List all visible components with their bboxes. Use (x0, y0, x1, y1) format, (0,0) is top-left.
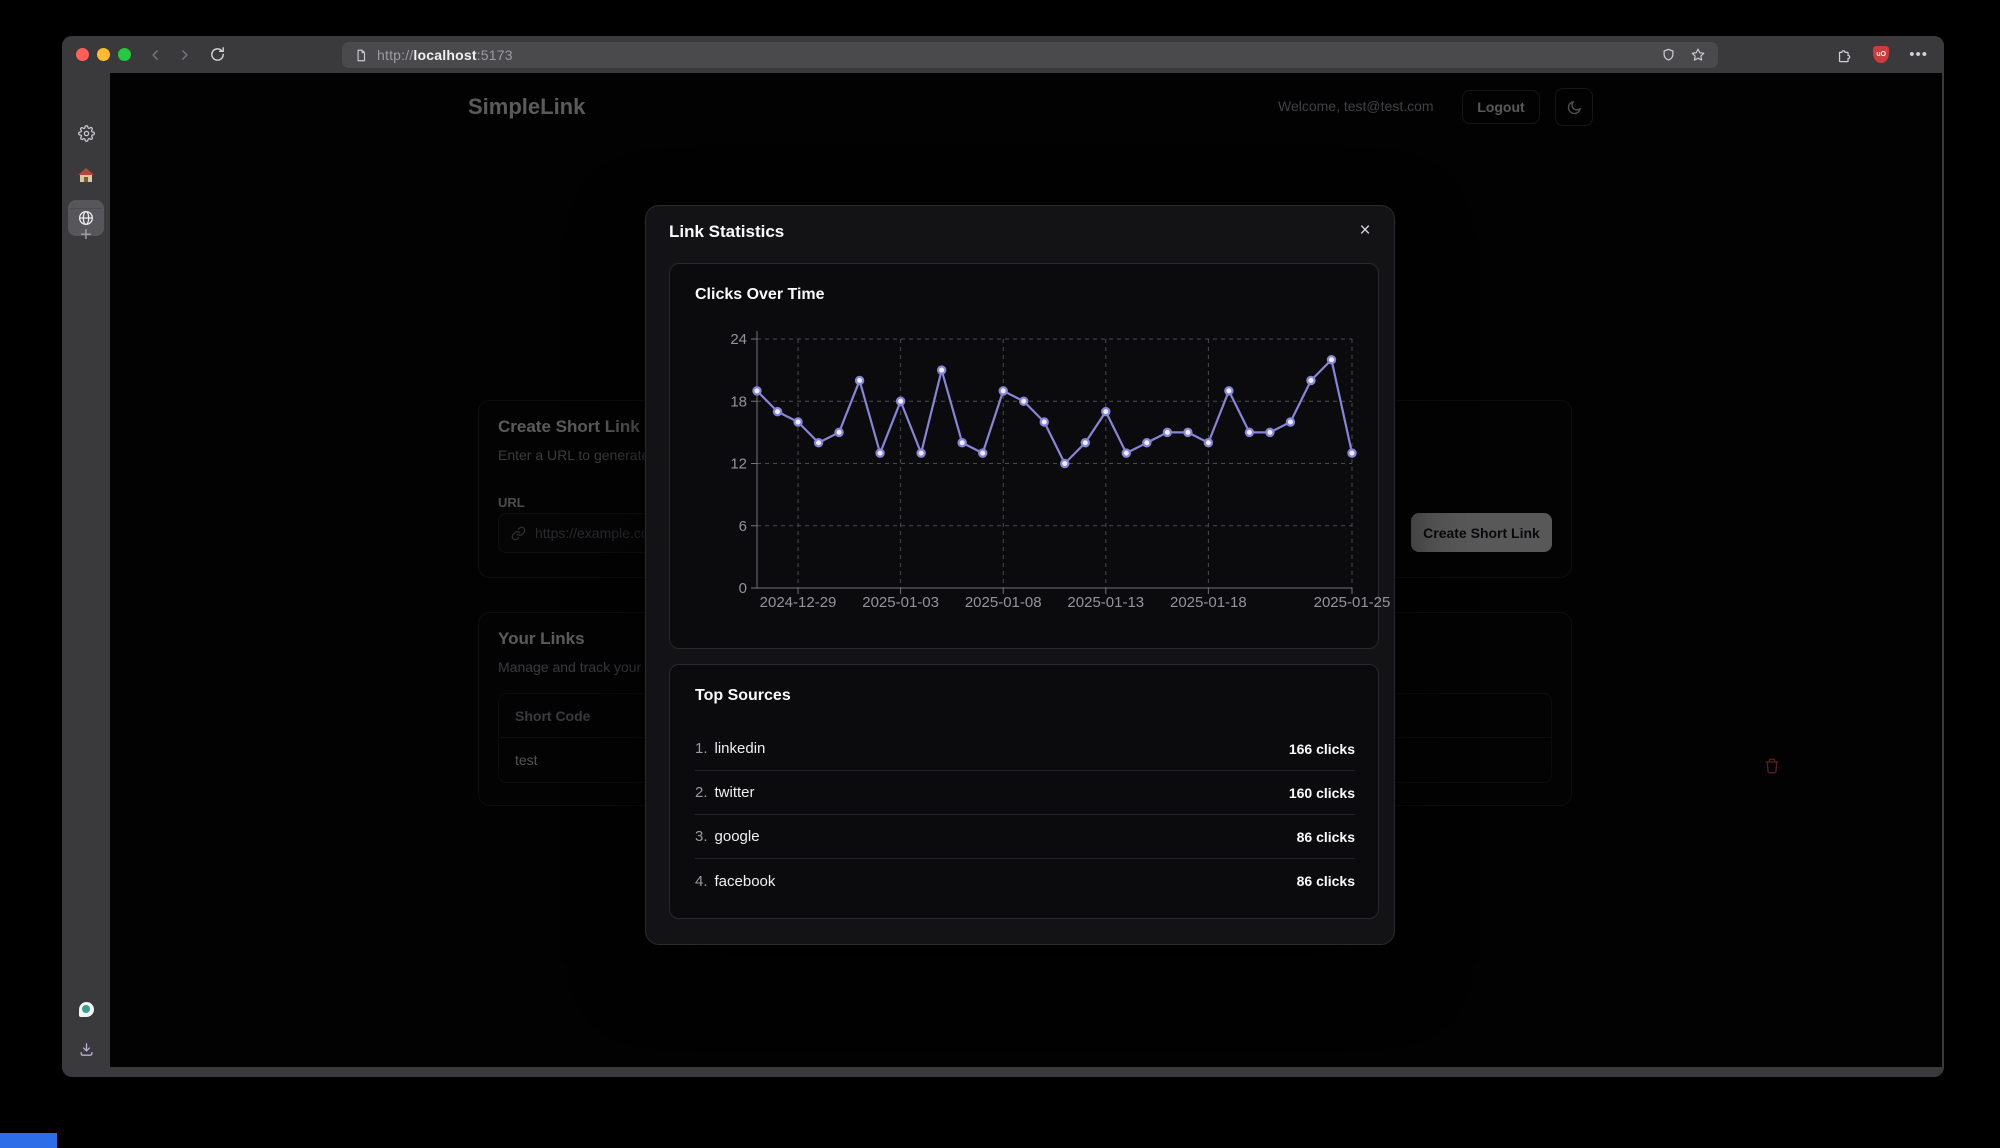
browser-titlebar: http://localhost:5173 uO ••• (62, 36, 1944, 73)
svg-text:2025-01-25: 2025-01-25 (1314, 594, 1391, 611)
chart-title: Clicks Over Time (695, 286, 825, 304)
close-window-button[interactable] (76, 48, 89, 61)
dock-fragment (0, 1133, 57, 1148)
svg-text:2025-01-03: 2025-01-03 (862, 594, 939, 611)
clicks-line-chart: 0 6 12 18 24 2024-12-29 2025-01-03 2025-01-08 20… (690, 316, 1362, 622)
svg-text:2025-01-18: 2025-01-18 (1170, 594, 1247, 611)
sidebar-divider (70, 208, 102, 209)
chart-container: 0 6 12 18 24 2024-12-29 2025-01-03 2025-01-08 20… (690, 316, 1362, 627)
source-name: 4.facebook (695, 873, 775, 890)
source-name: 2.twitter (695, 784, 755, 801)
source-clicks: 160 clicks (1289, 785, 1355, 801)
settings-gear-icon[interactable] (68, 115, 104, 151)
source-clicks: 86 clicks (1297, 829, 1355, 845)
downloads-icon[interactable] (68, 1031, 104, 1067)
top-sources-card: Top Sources 1.linkedin 166 clicks 2.twitte… (669, 664, 1379, 919)
account-blob-icon[interactable] (68, 991, 104, 1027)
svg-text:2025-01-13: 2025-01-13 (1067, 594, 1144, 611)
svg-text:6: 6 (739, 518, 747, 535)
top-sources-title: Top Sources (695, 687, 791, 705)
forward-icon[interactable] (177, 48, 191, 62)
shield-icon[interactable] (1661, 47, 1676, 63)
source-name: 1.linkedin (695, 740, 765, 757)
svg-text:0: 0 (739, 580, 747, 597)
svg-text:2024-12-29: 2024-12-29 (760, 594, 837, 611)
home-tab-icon[interactable] (68, 157, 104, 193)
page-viewport: SimpleLink Welcome, test@test.com Logout… (110, 73, 1942, 1067)
link-statistics-modal: Link Statistics × Clicks Over Time 0 6 12 1… (645, 205, 1395, 945)
extensions-puzzle-icon[interactable] (1836, 46, 1853, 63)
browser-window: http://localhost:5173 uO ••• (62, 36, 1944, 1077)
source-clicks: 86 clicks (1297, 873, 1355, 889)
top-sources-list: 1.linkedin 166 clicks 2.twitter 160 clicks 3… (695, 727, 1355, 903)
maximize-window-button[interactable] (118, 48, 131, 61)
svg-text:18: 18 (730, 393, 747, 410)
close-icon[interactable]: × (1352, 218, 1378, 244)
reload-icon[interactable] (209, 46, 226, 63)
source-row: 4.facebook 86 clicks (695, 859, 1355, 903)
page-icon (354, 48, 368, 63)
url-text: http://localhost:5173 (377, 47, 513, 63)
address-bar[interactable]: http://localhost:5173 (342, 42, 1718, 68)
back-icon[interactable] (149, 48, 163, 62)
svg-text:24: 24 (730, 331, 747, 348)
traffic-lights (62, 48, 131, 61)
source-name: 3.google (695, 828, 760, 845)
menu-icon[interactable]: ••• (1909, 46, 1928, 63)
modal-title: Link Statistics (669, 222, 784, 242)
svg-text:12: 12 (730, 456, 747, 473)
source-row: 3.google 86 clicks (695, 815, 1355, 859)
clicks-over-time-card: Clicks Over Time 0 6 12 18 24 2024-12-29 2025-… (669, 263, 1379, 649)
source-clicks: 166 clicks (1289, 741, 1355, 757)
source-row: 1.linkedin 166 clicks (695, 727, 1355, 771)
bookmark-star-icon[interactable] (1690, 47, 1706, 63)
minimize-window-button[interactable] (97, 48, 110, 61)
svg-text:2025-01-08: 2025-01-08 (965, 594, 1042, 611)
ublock-origin-icon[interactable]: uO (1873, 46, 1889, 63)
source-row: 2.twitter 160 clicks (695, 771, 1355, 815)
new-tab-button[interactable]: + (68, 217, 104, 253)
browser-sidebar: + (62, 73, 110, 1067)
